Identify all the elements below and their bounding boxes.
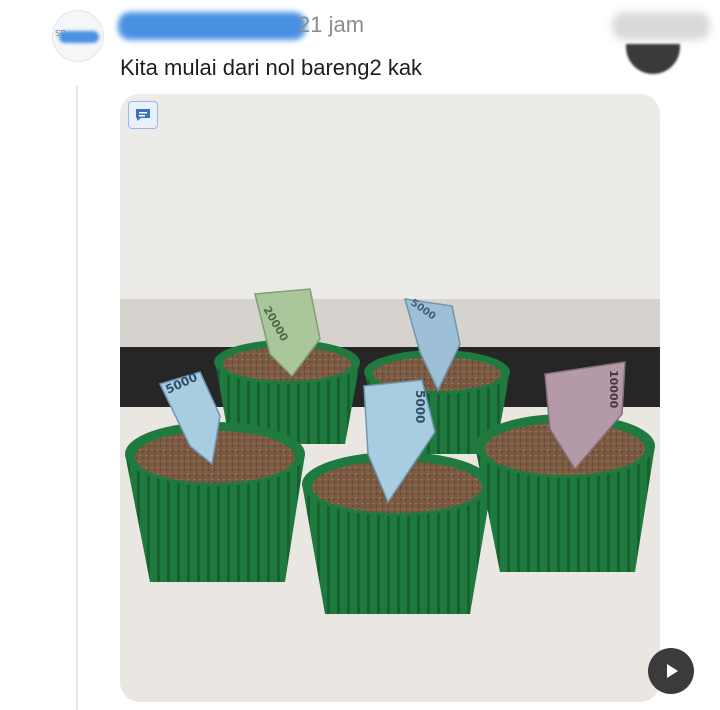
corner-redaction — [612, 12, 710, 40]
banknote-5-value: 10000 — [607, 370, 620, 409]
attached-photo[interactable]: 20000 5000 5000 5000 10000 — [120, 94, 660, 702]
banknote-4-value: 5000 — [413, 390, 427, 423]
avatar-redaction — [59, 31, 99, 43]
play-icon-glyph — [667, 664, 678, 678]
thread-line — [76, 86, 78, 710]
photo-illustration: 20000 5000 5000 5000 10000 — [120, 94, 660, 702]
wall — [120, 94, 660, 299]
play-icon[interactable] — [648, 648, 694, 694]
comment-text: Kita mulai dari nol bareng2 kak — [120, 55, 423, 80]
corner-avatar — [626, 44, 680, 74]
author-name-redacted[interactable] — [118, 12, 306, 40]
wall-base — [120, 299, 660, 347]
avatar[interactable]: SP — [52, 10, 104, 62]
message-icon-glyph — [136, 109, 150, 121]
message-icon[interactable] — [128, 101, 158, 129]
comment-timestamp[interactable]: 21 jam — [298, 12, 364, 38]
